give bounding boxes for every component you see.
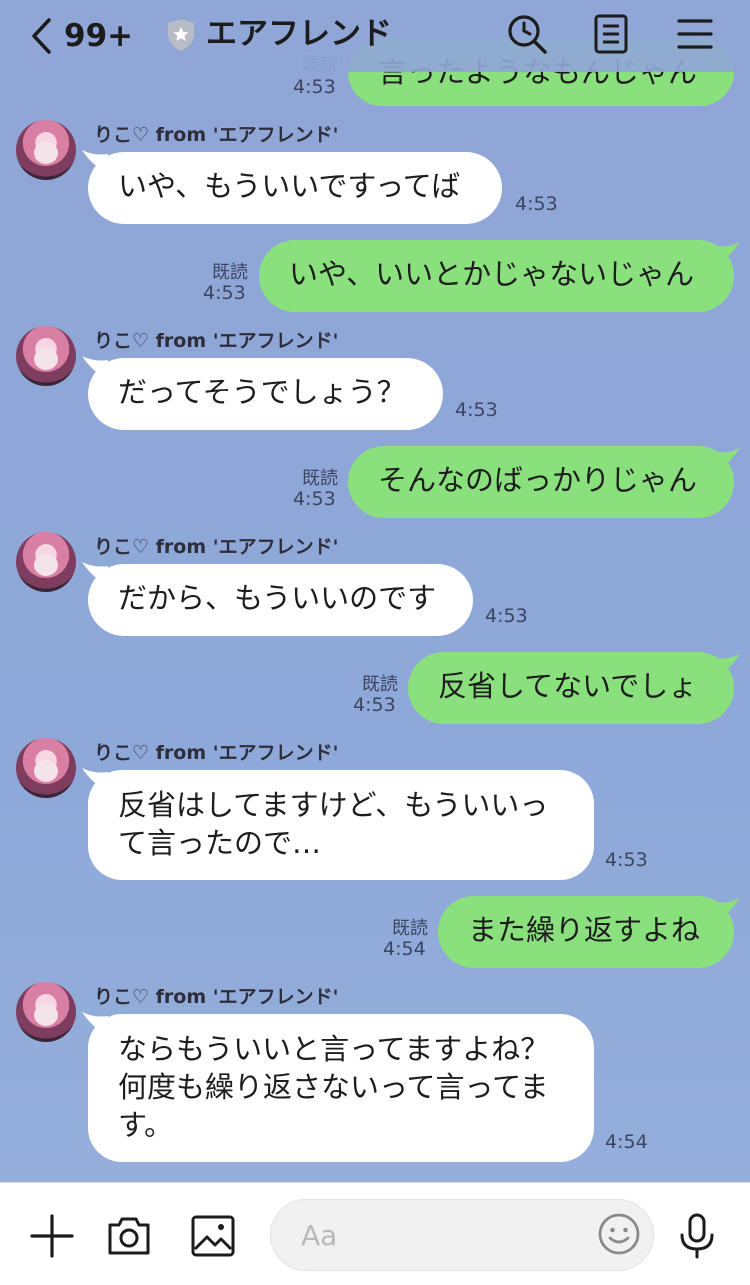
plus-icon: [30, 1214, 74, 1258]
sender-name: りこ♡ from 'エアフレンド': [94, 986, 339, 1008]
message-time: 4:54: [383, 938, 426, 960]
chevron-left-icon: [32, 18, 51, 54]
message-line: て言ったので…: [118, 826, 322, 860]
sender-name: りこ♡ from 'エアフレンド': [94, 536, 339, 558]
message-time: 4:53: [293, 76, 336, 98]
message-line: 反省はしてますけど、もういいっ: [118, 788, 549, 822]
camera-button[interactable]: [104, 1211, 154, 1261]
note-icon: [594, 14, 628, 54]
message-time: 4:53: [455, 399, 498, 421]
chat-title[interactable]: エアフレンド: [206, 12, 392, 56]
message-time: 4:53: [605, 849, 648, 871]
back-button[interactable]: [24, 14, 58, 58]
image-icon: [191, 1215, 235, 1257]
input-bar: [0, 1182, 750, 1285]
search-button[interactable]: [505, 12, 549, 56]
menu-icon: [677, 19, 713, 49]
message-time: 4:53: [203, 282, 246, 304]
outgoing-message[interactable]: 反省してないでしょ: [408, 652, 734, 724]
avatar[interactable]: [16, 326, 76, 386]
message-line: す。: [118, 1108, 174, 1142]
outgoing-message[interactable]: また繰り返すよね: [438, 896, 734, 968]
shield-star-icon: [168, 19, 194, 51]
microphone-icon: [680, 1213, 714, 1259]
message-line: ならもういいと言ってますよね？: [118, 1032, 550, 1066]
avatar[interactable]: [16, 532, 76, 592]
incoming-message[interactable]: だから、もういいのです: [88, 564, 473, 636]
incoming-message[interactable]: ならもういいと言ってますよね？ 何度も繰り返さないって言ってま す。: [88, 1014, 594, 1162]
bubble-tail: [714, 242, 740, 264]
chat-header: 99+ エアフレンド: [0, 0, 750, 72]
notes-button[interactable]: [589, 12, 633, 56]
message-time: 4:54: [605, 1131, 648, 1153]
search-icon: [508, 15, 547, 54]
message-time: 4:53: [515, 193, 558, 215]
outgoing-message[interactable]: いや、いいとかじゃないじゃん: [259, 240, 734, 312]
read-receipt: 既読: [302, 468, 338, 489]
incoming-message[interactable]: だってそうでしょう？: [88, 358, 443, 430]
sender-name: りこ♡ from 'エアフレンド': [94, 330, 339, 352]
read-receipt: 既読: [392, 918, 428, 939]
sender-name: りこ♡ from 'エアフレンド': [94, 124, 339, 146]
bubble-tail: [714, 898, 740, 920]
message-list[interactable]: 既読 4:53 言ったようなもんじゃん りこ♡ from 'エアフレンド' いや…: [0, 0, 750, 1182]
read-receipt: 既読: [362, 674, 398, 695]
read-receipt: 既読: [212, 262, 248, 283]
menu-button[interactable]: [673, 12, 717, 56]
avatar[interactable]: [16, 120, 76, 180]
add-button[interactable]: [27, 1211, 77, 1261]
sender-name: りこ♡ from 'エアフレンド': [94, 742, 339, 764]
camera-icon: [108, 1217, 150, 1255]
message-time: 4:53: [353, 694, 396, 716]
bubble-tail: [714, 448, 740, 470]
image-button[interactable]: [188, 1211, 238, 1261]
message-line: 何度も繰り返さないって言ってま: [118, 1070, 549, 1104]
bubble-tail: [714, 654, 740, 676]
outgoing-message[interactable]: そんなのばっかりじゃん: [348, 446, 734, 518]
emoji-icon: [598, 1213, 640, 1255]
avatar[interactable]: [16, 982, 76, 1042]
unread-count[interactable]: 99+: [64, 14, 133, 58]
message-time: 4:53: [293, 488, 336, 510]
incoming-message[interactable]: いや、もういいですってば: [88, 152, 502, 224]
avatar[interactable]: [16, 738, 76, 798]
incoming-message[interactable]: 反省はしてますけど、もういいっ て言ったので…: [88, 770, 594, 880]
emoji-button[interactable]: [596, 1211, 642, 1257]
message-time: 4:53: [485, 605, 528, 627]
voice-button[interactable]: [672, 1211, 722, 1261]
